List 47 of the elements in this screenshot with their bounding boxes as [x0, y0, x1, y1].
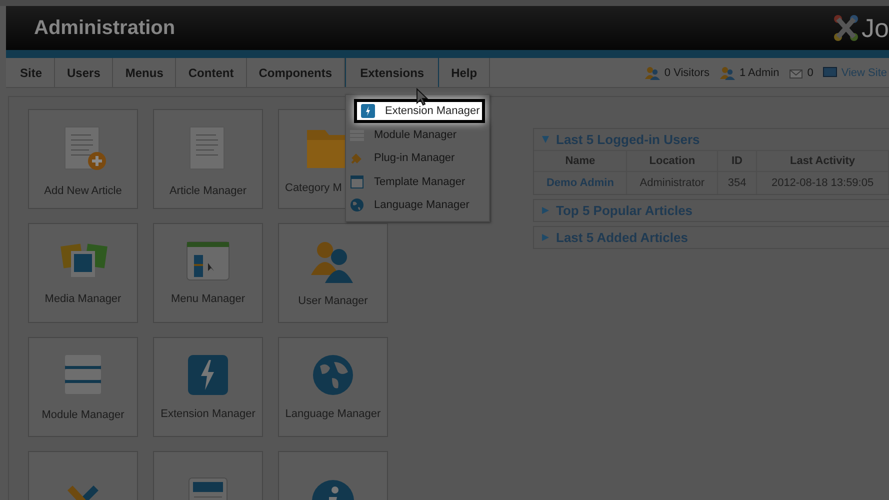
menu-tab[interactable]: Users: [55, 58, 114, 87]
shortcut-tile[interactable]: Menu Manager: [153, 223, 263, 323]
triangle-icon: [542, 234, 549, 241]
menu-tab[interactable]: Site: [8, 58, 56, 87]
logo-icon: [832, 13, 860, 43]
mail-icon: [789, 66, 804, 78]
monitor-icon: [823, 67, 838, 78]
triangle-icon: [542, 136, 549, 143]
status-count: 1 Admin: [739, 66, 780, 78]
tile-label: Menu Manager: [171, 293, 245, 305]
logo-text: Jo: [862, 12, 889, 44]
stacked-bars-icon: [63, 353, 103, 397]
globe-icon: [350, 198, 364, 212]
lightning-icon: [361, 104, 375, 118]
browser-window-icon: [186, 241, 230, 281]
users-icon: [719, 66, 736, 80]
triangle-icon: [542, 207, 549, 214]
tile-label: Media Manager: [44, 293, 122, 305]
shortcut-tile[interactable]: Article Manager: [153, 109, 263, 209]
shortcut-tile[interactable]: Media Manager: [28, 223, 138, 323]
shortcut-tile[interactable]: Module Manager: [28, 337, 138, 437]
menu-item[interactable]: Extension Manager: [354, 99, 485, 123]
menu-tab[interactable]: Menus: [113, 58, 176, 87]
tile-label: User Manager: [298, 295, 368, 307]
tile-label: Add New Article: [44, 185, 122, 197]
tile-label: Category M: [285, 182, 342, 194]
menu-tab[interactable]: Content: [176, 58, 247, 87]
shortcut-tile[interactable]: User Manager: [278, 223, 388, 323]
globe-icon: [312, 354, 354, 396]
shortcut-tile[interactable]: Extension Manager: [153, 337, 263, 437]
plug-icon: [350, 151, 364, 166]
tile-label: Language Manager: [285, 408, 381, 420]
tile-label: Module Manager: [42, 409, 124, 421]
status-count: 0: [807, 66, 814, 78]
users-icon: [644, 66, 660, 80]
tile-label: Article Manager: [169, 185, 247, 197]
window-icon: [350, 174, 364, 189]
stacked-bars-icon: [350, 128, 364, 142]
shortcut-tile[interactable]: Language Manager: [278, 337, 388, 437]
lightning-icon: [187, 354, 229, 396]
status-count: 0 Visitors: [664, 66, 710, 78]
window-title: Administration: [34, 16, 176, 40]
tile-label: Extension Manager: [160, 408, 256, 420]
shortcut-tile[interactable]: Add New Article: [28, 109, 138, 209]
menu-tab[interactable]: Help: [439, 58, 490, 87]
menu-tab[interactable]: Extensions: [345, 58, 440, 87]
view-site-link[interactable]: View Site: [841, 66, 887, 78]
